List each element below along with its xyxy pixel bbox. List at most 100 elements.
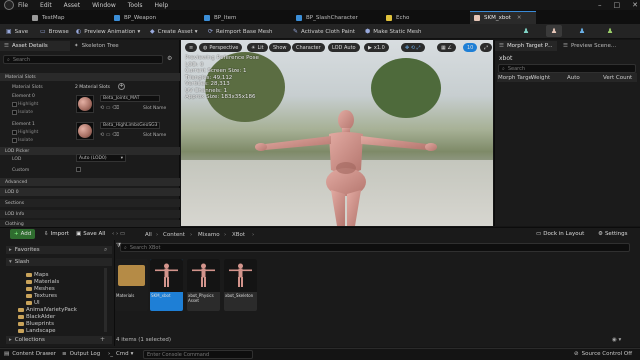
folder-ui[interactable]: UI [26, 300, 40, 306]
project-header[interactable]: ▾ Slash [6, 258, 112, 266]
material-field[interactable]: Beta_HighLimbsGeoSG3 [100, 122, 160, 129]
column-auto[interactable]: Auto [567, 75, 580, 81]
collections-header[interactable]: ▸ Collections [6, 336, 112, 344]
folder-tree-scrollbar[interactable] [104, 268, 107, 332]
tab-bp-item[interactable]: BP_Item [200, 11, 282, 24]
section-lod-info[interactable]: LOD Info [0, 210, 180, 218]
highlight-checkbox[interactable] [12, 130, 17, 135]
menu-edit[interactable]: Edit [40, 2, 52, 9]
menu-tools[interactable]: Tools [128, 2, 143, 9]
section-material-slots[interactable]: Material Slots [0, 73, 180, 81]
save-button[interactable]: ▣ Save [6, 26, 28, 37]
material-thumbnail[interactable] [76, 95, 94, 113]
lod-auto-button[interactable]: LOD Auto [328, 43, 360, 52]
show-button[interactable]: Show [269, 43, 291, 52]
folder-meshes[interactable]: Meshes [26, 286, 55, 292]
folder-maps[interactable]: Maps [26, 272, 48, 278]
asset-tile-skm-xbot[interactable]: SKM_xbot [150, 259, 183, 311]
isolate-checkbox[interactable] [12, 138, 17, 143]
grid-size-button[interactable]: 10 [463, 43, 478, 52]
asset-tile-physics-asset[interactable]: xbot_Physics Asset [187, 259, 220, 311]
viewport[interactable]: ≡ ◍ Perspective ☀ Lit Show Character LOD A… [181, 40, 493, 226]
tab-testmap[interactable]: TestMap [28, 11, 110, 24]
highlight-checkbox[interactable] [12, 102, 17, 107]
asset-tile-materials[interactable]: Materials [115, 259, 148, 311]
details-search-input[interactable]: ⌕ Search [3, 55, 163, 64]
play-speed-button[interactable]: ▶ x1.0 [364, 43, 389, 52]
content-drawer-button[interactable]: ▤ Content Drawer [4, 351, 56, 357]
folder-animalvarietypack[interactable]: AnimalVarietyPack [18, 307, 77, 313]
search-icon[interactable]: ⌕ [104, 246, 107, 254]
reimport-base-mesh-button[interactable]: ⟳ Reimport Base Mesh [208, 26, 273, 37]
asset-tile-skeleton[interactable]: xbot_Skeleton [224, 259, 257, 311]
breadcrumb-all[interactable]: All [145, 232, 152, 238]
skeleton-mode-icon[interactable]: ♟ [518, 25, 534, 37]
maximize-viewport-icon[interactable]: ⤢ [480, 43, 493, 52]
section-advanced[interactable]: Advanced [0, 178, 180, 186]
tab-skeleton-tree[interactable]: ✦ Skeleton Tree [70, 41, 140, 51]
create-asset-button[interactable]: ◆ Create Asset ▾ [150, 26, 197, 37]
folder-blackalder[interactable]: BlackAlder [18, 314, 55, 320]
save-all-button[interactable]: ▣ Save All [76, 229, 105, 239]
folder-materials[interactable]: Materials [26, 279, 59, 285]
folder-textures[interactable]: Textures [26, 293, 57, 299]
isolate-checkbox[interactable] [12, 110, 17, 115]
source-control-button[interactable]: ⊘ Source Control Off [574, 351, 632, 357]
tab-bp-slashcharacter[interactable]: BP_SlashCharacter [292, 11, 372, 24]
add-collection-icon[interactable]: + [100, 336, 105, 343]
minimize-icon[interactable]: – [598, 1, 602, 9]
animation-mode-icon[interactable]: ♟ [574, 25, 590, 37]
snap-tools-icon[interactable]: ▦ ∠ [437, 43, 456, 52]
favorites-header[interactable]: ▸ Favorites [6, 246, 112, 254]
output-log-button[interactable]: ≡ Output Log [62, 351, 100, 357]
material-actions-icon[interactable]: ⟲ ▭ ⌫ [100, 132, 119, 138]
asset-search-input[interactable]: ⌕ Search XBot [120, 243, 630, 252]
dock-in-layout-button[interactable]: ▭ Dock in Layout [536, 229, 584, 239]
tab-skm-xbot[interactable]: SKM_xbot ✕ [470, 11, 536, 24]
tab-bp-weapon[interactable]: BP_Weapon [110, 11, 192, 24]
cmd-dropdown[interactable]: ›_ Cmd ▾ [108, 351, 133, 357]
tab-asset-details[interactable]: ☰ Asset Details [0, 41, 70, 51]
preview-animation-button[interactable]: ◐ Preview Animation ▾ [76, 26, 140, 37]
breadcrumb-mixamo[interactable]: Mixamo [198, 232, 220, 238]
breadcrumb-xbot[interactable]: XBot [232, 232, 245, 238]
physics-mode-icon[interactable]: ♟ [602, 25, 618, 37]
column-vert-count[interactable]: Vert Count [603, 75, 632, 81]
history-nav-icon[interactable]: ‹ › ▭ [112, 229, 125, 239]
tab-preview-scene-settings[interactable]: ☰ Preview Scene... [559, 41, 629, 51]
transform-tools-icon[interactable]: ✥ ⟲ ⤢ [401, 43, 425, 52]
make-static-mesh-button[interactable]: ⬢ Make Static Mesh [365, 26, 421, 37]
import-button[interactable]: ⇩ Import [44, 229, 69, 239]
settings-icon[interactable]: ⚙ [167, 55, 172, 62]
character-button[interactable]: Character [292, 43, 325, 52]
add-button[interactable]: + Add [10, 229, 36, 239]
column-morph-target[interactable]: Morph Targe [498, 75, 532, 81]
console-command-input[interactable]: Enter Console Command [143, 350, 253, 359]
menu-file[interactable]: File [18, 2, 28, 9]
mesh-mode-icon[interactable]: ♟ [546, 25, 562, 37]
section-sections[interactable]: Sections [0, 199, 180, 207]
unreal-logo-icon[interactable] [4, 0, 14, 10]
close-tab-icon[interactable]: ✕ [517, 15, 522, 21]
view-options-icon[interactable]: ◉ ▾ [612, 337, 621, 343]
breadcrumb-content[interactable]: Content [163, 232, 185, 238]
perspective-button[interactable]: ◍ Perspective [199, 43, 243, 52]
material-thumbnail[interactable] [76, 122, 94, 140]
browse-button[interactable]: ▭ Browse [40, 26, 69, 37]
section-lod-0[interactable]: LOD 0 [0, 188, 180, 196]
settings-button[interactable]: ⚙ Settings [598, 229, 628, 239]
menu-asset[interactable]: Asset [64, 2, 80, 9]
folder-landscape[interactable]: Landscape [18, 328, 56, 334]
tab-echo[interactable]: Echo [382, 11, 462, 24]
menu-help[interactable]: Help [155, 2, 169, 9]
folder-blueprints[interactable]: Blueprints [18, 321, 54, 327]
lod-dropdown[interactable]: Auto (LOD0) ▾ [76, 154, 126, 162]
menu-window[interactable]: Window [92, 2, 116, 9]
custom-checkbox[interactable] [76, 167, 81, 172]
activate-cloth-paint-button[interactable]: ✎ Activate Cloth Paint [293, 26, 355, 37]
material-actions-icon[interactable]: ⟲ ▭ ⌫ [100, 105, 119, 111]
maximize-icon[interactable]: □ [614, 1, 621, 9]
viewport-options-icon[interactable]: ≡ [185, 43, 198, 52]
add-slot-icon[interactable]: + [118, 83, 125, 90]
lit-button[interactable]: ☀ Lit [247, 43, 268, 52]
